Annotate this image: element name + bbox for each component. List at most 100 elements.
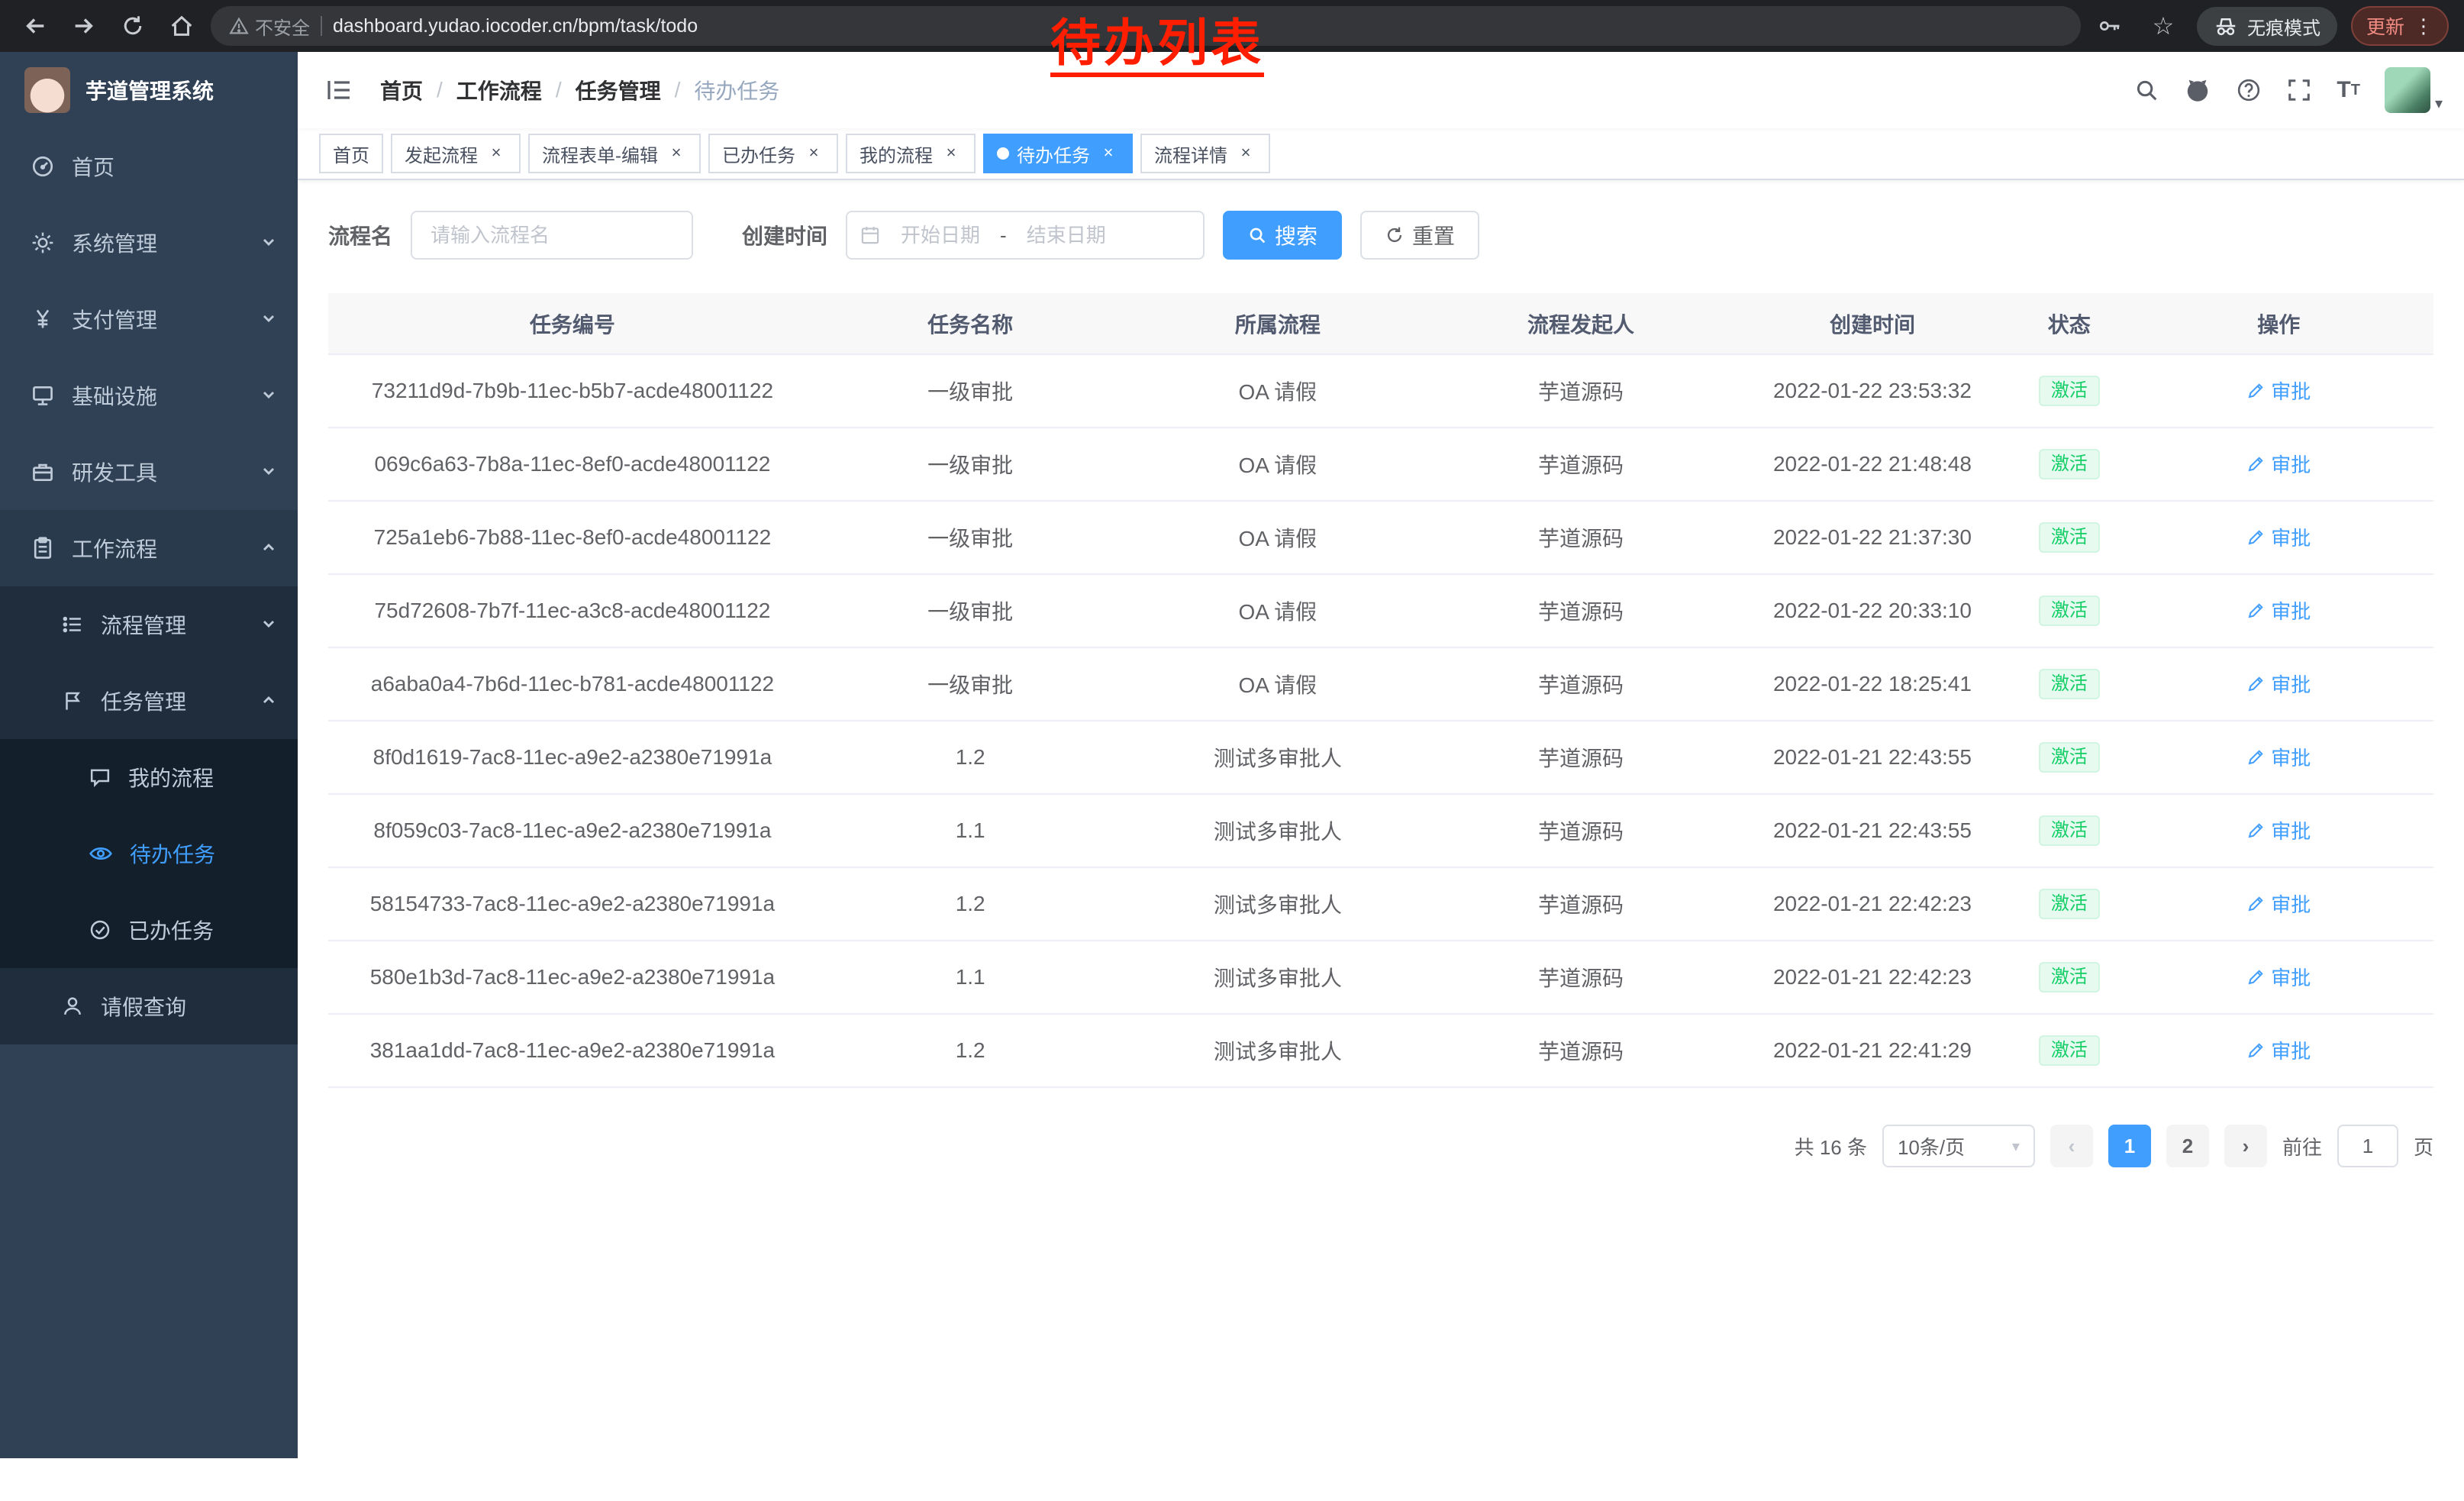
tab-start-process[interactable]: 发起流程 ×: [391, 134, 521, 173]
page-button-2[interactable]: 2: [2166, 1125, 2209, 1167]
goto-page-input[interactable]: [2337, 1125, 2398, 1167]
cell-create-time: 2022-01-22 18:25:41: [1730, 647, 2014, 721]
cell-status: 激活: [2014, 721, 2124, 794]
end-date-input[interactable]: [1013, 224, 1120, 247]
tab-close-icon[interactable]: ×: [1098, 143, 1119, 164]
home-icon[interactable]: [162, 6, 202, 46]
font-size-icon[interactable]: TT: [2337, 77, 2360, 103]
table-row[interactable]: 8f059c03-7ac8-11ec-a9e2-a2380e71991a 1.1…: [328, 794, 2433, 867]
key-icon[interactable]: [2090, 6, 2130, 46]
calendar-icon: [859, 224, 881, 246]
tab-close-icon[interactable]: ×: [803, 143, 824, 164]
sidebar-item-infrastructure[interactable]: 基础设施: [0, 357, 298, 434]
start-date-input[interactable]: [887, 224, 994, 247]
cell-process: 测试多审批人: [1124, 867, 1432, 941]
process-name-input[interactable]: [411, 211, 693, 260]
table-row[interactable]: 069c6a63-7b8a-11ec-8ef0-acde48001122 一级审…: [328, 428, 2433, 501]
approve-link[interactable]: 审批: [2246, 523, 2311, 551]
reload-icon[interactable]: [113, 6, 153, 46]
refresh-icon: [1385, 225, 1405, 245]
sidebar-item-done-tasks[interactable]: 已办任务: [0, 892, 298, 968]
goto-label: 前往: [2282, 1132, 2322, 1160]
create-time-range-picker[interactable]: -: [846, 211, 1205, 260]
update-label: 更新: [2366, 12, 2404, 40]
approve-link[interactable]: 审批: [2246, 816, 2311, 844]
sidebar-item-task-management[interactable]: 任务管理: [0, 663, 298, 739]
approve-link[interactable]: 审批: [2246, 596, 2311, 625]
approve-link[interactable]: 审批: [2246, 963, 2311, 991]
next-page-button[interactable]: ›: [2224, 1125, 2267, 1167]
tab-close-icon[interactable]: ×: [485, 143, 507, 164]
tab-my-processes[interactable]: 我的流程 ×: [846, 134, 976, 173]
table-row[interactable]: 580e1b3d-7ac8-11ec-a9e2-a2380e71991a 1.1…: [328, 941, 2433, 1014]
address-bar[interactable]: 不安全 dashboard.yudao.iocoder.cn/bpm/task/…: [211, 6, 2081, 46]
breadcrumb-task-management[interactable]: 任务管理: [576, 75, 661, 105]
tab-done-tasks[interactable]: 已办任务 ×: [708, 134, 838, 173]
approve-link[interactable]: 审批: [2246, 376, 2311, 405]
tab-form-edit[interactable]: 流程表单-编辑 ×: [528, 134, 701, 173]
chevron-down-icon: [261, 383, 276, 408]
cell-create-time: 2022-01-21 22:41:29: [1730, 1014, 2014, 1087]
prev-page-button[interactable]: ‹: [2050, 1125, 2093, 1167]
page-size-select[interactable]: 10条/页 ▾: [1882, 1125, 2035, 1167]
user-avatar[interactable]: ▾: [2385, 67, 2443, 113]
table-row[interactable]: a6aba0a4-7b6d-11ec-b781-acde48001122 一级审…: [328, 647, 2433, 721]
cell-task-id: 73211d9d-7b9b-11ec-b5b7-acde48001122: [328, 354, 817, 428]
navbar: 首页 / 工作流程 / 任务管理 / 待办任务: [298, 52, 2464, 128]
sidebar-item-workflow[interactable]: 工作流程: [0, 510, 298, 586]
search-button[interactable]: 搜索: [1223, 211, 1342, 260]
filter-form: 流程名 创建时间 - 搜索: [328, 211, 2433, 260]
cell-initiator: 芋道源码: [1431, 354, 1730, 428]
sidebar-item-devtools[interactable]: 研发工具: [0, 434, 298, 510]
sidebar-item-leave-query[interactable]: 请假查询: [0, 968, 298, 1044]
security-warning[interactable]: 不安全: [229, 13, 310, 40]
sidebar-item-system[interactable]: 系统管理: [0, 205, 298, 281]
approve-link[interactable]: 审批: [2246, 670, 2311, 698]
sidebar-item-todo-tasks[interactable]: 待办任务: [0, 815, 298, 892]
table-row[interactable]: 75d72608-7b7f-11ec-a3c8-acde48001122 一级审…: [328, 574, 2433, 647]
table-row[interactable]: 58154733-7ac8-11ec-a9e2-a2380e71991a 1.2…: [328, 867, 2433, 941]
cell-task-id: 580e1b3d-7ac8-11ec-a9e2-a2380e71991a: [328, 941, 817, 1014]
approve-link[interactable]: 审批: [2246, 1036, 2311, 1064]
help-icon[interactable]: [2236, 77, 2262, 103]
breadcrumb-workflow[interactable]: 工作流程: [456, 75, 542, 105]
approve-link[interactable]: 审批: [2246, 450, 2311, 478]
update-button[interactable]: 更新 ⋮: [2351, 6, 2449, 46]
tab-todo-tasks[interactable]: 待办任务 ×: [983, 134, 1133, 173]
sidebar-item-process-management[interactable]: 流程管理: [0, 586, 298, 663]
cell-task-name: 1.2: [817, 1014, 1124, 1087]
active-dot: [997, 147, 1009, 160]
tab-close-icon[interactable]: ×: [940, 143, 962, 164]
cell-task-name: 一级审批: [817, 354, 1124, 428]
github-icon[interactable]: [2184, 76, 2211, 104]
tab-close-icon[interactable]: ×: [1235, 143, 1256, 164]
bookmark-star-icon[interactable]: ☆: [2143, 6, 2183, 46]
cell-process: OA 请假: [1124, 574, 1432, 647]
table-row[interactable]: 381aa1dd-7ac8-11ec-a9e2-a2380e71991a 1.2…: [328, 1014, 2433, 1087]
tab-close-icon[interactable]: ×: [666, 143, 687, 164]
browser-menu-icon[interactable]: ⋮: [2414, 15, 2433, 38]
reset-button[interactable]: 重置: [1360, 211, 1479, 260]
search-icon[interactable]: [2133, 77, 2159, 103]
cell-action: 审批: [2124, 501, 2433, 574]
approve-link[interactable]: 审批: [2246, 889, 2311, 918]
breadcrumb-home[interactable]: 首页: [380, 75, 423, 105]
page-button-1[interactable]: 1: [2108, 1125, 2151, 1167]
col-action: 操作: [2124, 293, 2433, 354]
tab-process-detail[interactable]: 流程详情 ×: [1140, 134, 1270, 173]
table-row[interactable]: 725a1eb6-7b88-11ec-8ef0-acde48001122 一级审…: [328, 501, 2433, 574]
table-row[interactable]: 8f0d1619-7ac8-11ec-a9e2-a2380e71991a 1.2…: [328, 721, 2433, 794]
sidebar-item-my-processes[interactable]: 我的流程: [0, 739, 298, 815]
sidebar-item-home[interactable]: 首页: [0, 128, 298, 205]
approve-link[interactable]: 审批: [2246, 743, 2311, 771]
cell-process: 测试多审批人: [1124, 941, 1432, 1014]
back-icon[interactable]: [15, 6, 55, 46]
table-row[interactable]: 73211d9d-7b9b-11ec-b5b7-acde48001122 一级审…: [328, 354, 2433, 428]
fullscreen-icon[interactable]: [2286, 77, 2312, 103]
col-status: 状态: [2014, 293, 2124, 354]
sidebar-item-payment[interactable]: 支付管理: [0, 281, 298, 357]
forward-icon[interactable]: [64, 6, 104, 46]
sidebar-toggle-icon[interactable]: [319, 72, 359, 108]
app-logo[interactable]: 芋道管理系统: [0, 52, 298, 128]
tab-home[interactable]: 首页: [319, 134, 383, 173]
